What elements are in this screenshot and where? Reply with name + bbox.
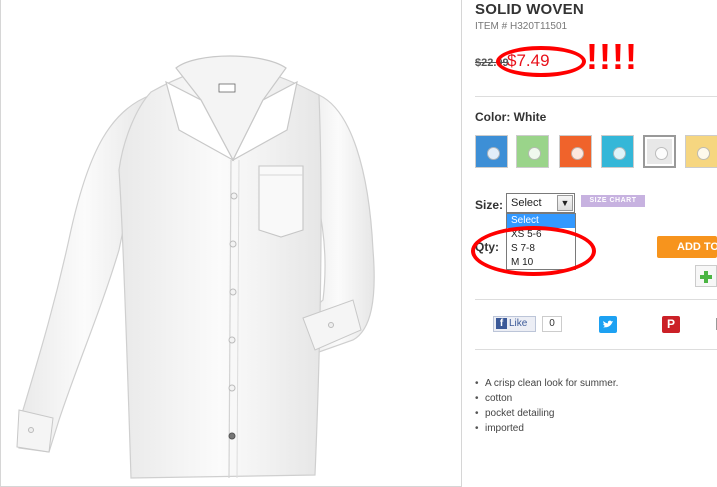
color-swatch-green[interactable] [516, 135, 549, 168]
size-highlight-circle [471, 226, 596, 276]
like-count: 0 [542, 316, 562, 332]
product-image[interactable] [0, 0, 462, 487]
size-select[interactable]: Select ▼ [506, 193, 575, 213]
feature-item: imported [475, 421, 618, 436]
divider [475, 349, 717, 350]
shirt-illustration [16, 55, 375, 479]
twitter-button[interactable] [599, 316, 617, 333]
divider [475, 299, 717, 300]
button-icon [612, 146, 626, 160]
color-swatch-white[interactable] [643, 135, 676, 168]
add-to-bag-button[interactable]: ADD TO BAG [657, 236, 717, 258]
feature-item: cotton [475, 391, 618, 406]
color-label: Color: White [475, 110, 547, 124]
exclamation-annotation: !!!! [586, 36, 638, 77]
feature-item: pocket detailing [475, 406, 618, 421]
plus-icon-stroke [704, 271, 708, 283]
chevron-down-icon[interactable]: ▼ [557, 195, 573, 211]
facebook-icon: f [496, 318, 507, 329]
feature-list: A crisp clean look for summer. cotton po… [475, 376, 618, 436]
button-icon [570, 146, 584, 160]
feature-item: A crisp clean look for summer. [475, 376, 618, 391]
size-label: Size: [475, 198, 504, 212]
price-highlight-circle [496, 46, 586, 77]
color-swatch-blue[interactable] [475, 135, 508, 168]
facebook-like-button[interactable]: f Like [493, 316, 536, 332]
button-icon [486, 146, 500, 160]
product-title: SOLID WOVEN [475, 1, 584, 18]
color-swatch-orange[interactable] [559, 135, 592, 168]
divider [475, 96, 717, 97]
like-label: Like [509, 318, 528, 329]
color-swatch-aqua[interactable] [601, 135, 634, 168]
pinterest-button[interactable]: P [662, 316, 680, 333]
twitter-icon [603, 320, 613, 328]
button-icon [527, 146, 541, 160]
item-number: ITEM # H320T11501 [475, 21, 568, 32]
size-select-value: Select [511, 197, 542, 209]
add-to-list-button[interactable] [695, 265, 717, 287]
button-icon [654, 146, 668, 160]
button-icon [696, 146, 710, 160]
size-chart-button[interactable]: SIZE CHART [581, 195, 645, 207]
color-swatch-yellow[interactable] [685, 135, 717, 168]
